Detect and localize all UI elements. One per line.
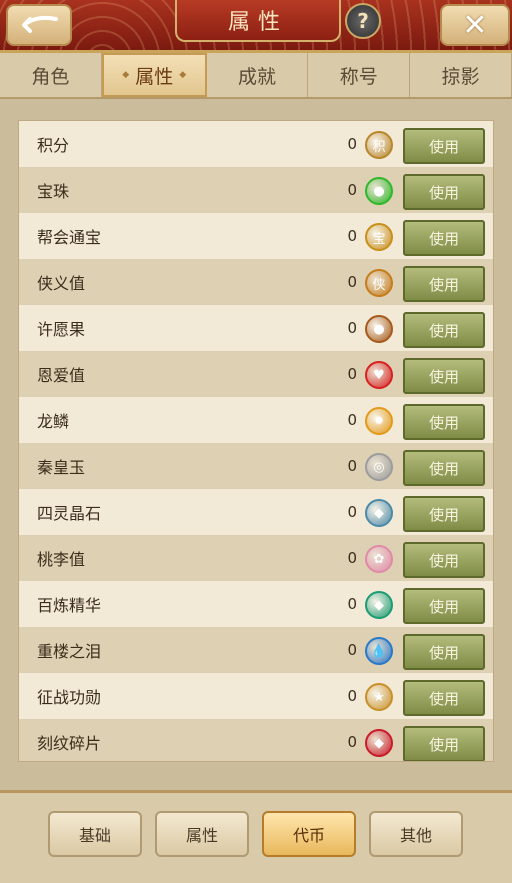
currency-row: 恩爱值 0 ♥ 使用 (19, 351, 493, 398)
top-tab-bar: 角色属性成就称号掠影 (0, 53, 512, 99)
currency-row: 侠义值 0 侠使用 (19, 259, 493, 306)
help-button[interactable]: ? (345, 3, 381, 39)
currency-count: 0 (347, 457, 357, 475)
flower-icon: ✿ (365, 545, 393, 573)
footer-tab-3[interactable]: 其他 (369, 811, 463, 857)
currency-count: 0 (347, 595, 357, 613)
currency-row: 重楼之泪 0 💧 使用 (19, 627, 493, 674)
use-button[interactable]: 使用 (403, 496, 485, 532)
tab-4[interactable]: 掠影 (410, 53, 512, 97)
heart-icon: ♥ (365, 361, 393, 389)
currency-row: 秦皇玉 0 ◎ 使用 (19, 443, 493, 490)
currency-row: 四灵晶石 0 ◆ 使用 (19, 489, 493, 536)
currency-name: 积分 (37, 136, 70, 155)
dragon-scale-icon: ✹ (365, 407, 393, 435)
tab-2[interactable]: 成就 (207, 53, 309, 97)
jifen-icon: 积 (365, 131, 393, 159)
use-button[interactable]: 使用 (403, 358, 485, 394)
currency-row: 征战功勋 0 ★ 使用 (19, 673, 493, 720)
green-orb-icon: ● (365, 177, 393, 205)
use-button[interactable]: 使用 (403, 542, 485, 578)
currency-count: 0 (347, 227, 357, 245)
currency-name: 百炼精华 (37, 596, 102, 615)
use-button[interactable]: 使用 (403, 588, 485, 624)
use-button[interactable]: 使用 (403, 128, 485, 164)
currency-row: 龙鳞 0 ✹ 使用 (19, 397, 493, 444)
currency-name: 刻纹碎片 (37, 734, 102, 753)
use-button[interactable]: 使用 (403, 726, 485, 761)
wish-fruit-icon: ● (365, 315, 393, 343)
currency-name: 重楼之泪 (37, 642, 102, 661)
page-title: 属性 (227, 10, 288, 35)
tab-3[interactable]: 称号 (308, 53, 411, 97)
currency-row: 桃李值 0 ✿ 使用 (19, 535, 493, 582)
currency-row: 积分 0 积使用 (19, 121, 493, 168)
use-button[interactable]: 使用 (403, 174, 485, 210)
merit-badge-icon: ★ (365, 683, 393, 711)
back-button[interactable] (6, 4, 72, 46)
currency-count: 0 (347, 135, 357, 153)
title-plate: 属性 (175, 0, 341, 42)
currency-name: 宝珠 (37, 182, 70, 201)
xia-icon: 侠 (365, 269, 393, 297)
currency-row: 宝珠 0 ● 使用 (19, 167, 493, 214)
currency-count: 0 (347, 181, 357, 199)
currency-count: 0 (347, 365, 357, 383)
currency-name: 侠义值 (37, 274, 86, 293)
currency-row: 百炼精华 0 ◆ 使用 (19, 581, 493, 628)
teardrop-icon: 💧 (365, 637, 393, 665)
currency-name: 四灵晶石 (37, 504, 102, 523)
currency-row: 帮会通宝 0 宝使用 (19, 213, 493, 260)
currency-count: 0 (347, 319, 357, 337)
use-button[interactable]: 使用 (403, 220, 485, 256)
footer-tab-2[interactable]: 代币 (262, 811, 356, 857)
use-button[interactable]: 使用 (403, 312, 485, 348)
header-bar: 属性 ? ✕ (0, 0, 512, 53)
currency-count: 0 (347, 687, 357, 705)
currency-count: 0 (347, 549, 357, 567)
back-arrow-icon (22, 15, 58, 33)
use-button[interactable]: 使用 (403, 266, 485, 302)
currency-count: 0 (347, 273, 357, 291)
guild-coin-icon: 宝 (365, 223, 393, 251)
currency-count: 0 (347, 641, 357, 659)
currency-name: 帮会通宝 (37, 228, 102, 247)
currency-name: 桃李值 (37, 550, 86, 569)
currency-row: 许愿果 0 ● 使用 (19, 305, 493, 352)
currency-count: 0 (347, 733, 357, 751)
currency-count: 0 (347, 503, 357, 521)
currency-list[interactable]: 积分 0 积使用 宝珠 0 ● 使用 帮会通宝 0 宝使用 侠义值 0 侠使用 许愿果 0 ● 使用 恩爱值 0 ♥ 使… (18, 120, 494, 762)
use-button[interactable]: 使用 (403, 680, 485, 716)
ruby-shard-icon: ◆ (365, 729, 393, 757)
currency-name: 龙鳞 (37, 412, 70, 431)
currency-count: 0 (347, 411, 357, 429)
footer-tab-bar: 基础 属性 代币 其他 (0, 790, 512, 883)
currency-name: 许愿果 (37, 320, 86, 339)
use-button[interactable]: 使用 (403, 404, 485, 440)
tab-0[interactable]: 角色 (0, 53, 102, 97)
use-button[interactable]: 使用 (403, 634, 485, 670)
footer-tab-0[interactable]: 基础 (48, 811, 142, 857)
currency-row: 刻纹碎片 0 ◆ 使用 (19, 719, 493, 761)
currency-name: 征战功勋 (37, 688, 102, 707)
close-button[interactable]: ✕ (440, 4, 510, 46)
jade-icon: ◎ (365, 453, 393, 481)
currency-name: 秦皇玉 (37, 458, 86, 477)
emerald-icon: ◆ (365, 591, 393, 619)
use-button[interactable]: 使用 (403, 450, 485, 486)
currency-name: 恩爱值 (37, 366, 86, 385)
crystal-icon: ◆ (365, 499, 393, 527)
footer-tab-1[interactable]: 属性 (155, 811, 249, 857)
tab-1[interactable]: 属性 (101, 53, 207, 97)
